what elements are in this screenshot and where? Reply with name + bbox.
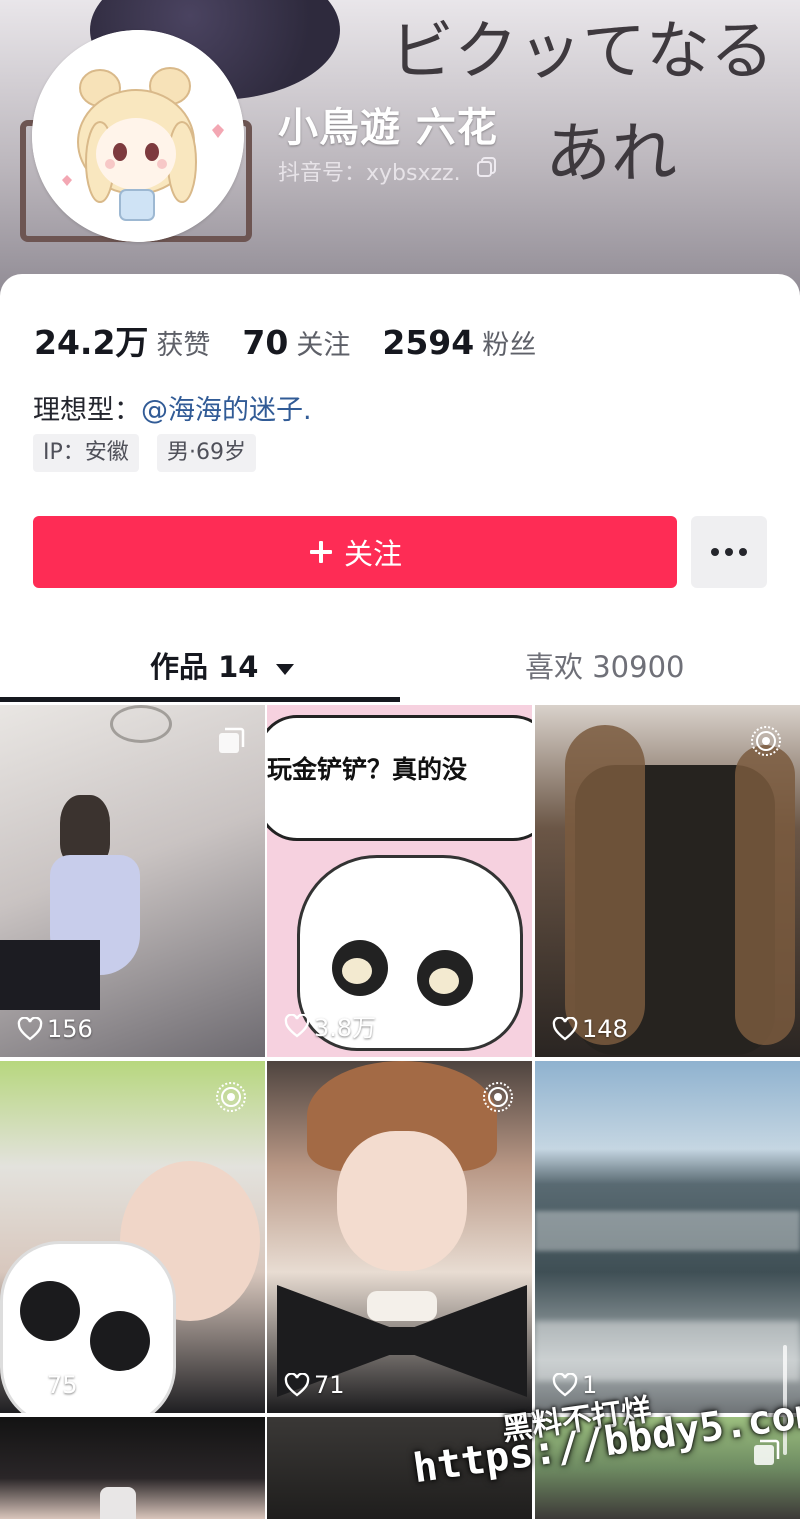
like-count-value: 156 xyxy=(47,1015,93,1043)
like-count-value: 3.8万 xyxy=(314,1014,377,1042)
stat-following-label: 关注 xyxy=(296,330,351,361)
plus-icon xyxy=(309,541,332,563)
bio-prefix: 理想型： xyxy=(33,395,141,426)
stat-followers[interactable]: 2594 粉丝 xyxy=(382,323,536,362)
video-thumbnail-5[interactable]: 71 xyxy=(267,1061,532,1413)
copy-icon[interactable] xyxy=(476,156,498,178)
live-photo-icon xyxy=(216,1082,246,1112)
stat-followers-label: 粉丝 xyxy=(482,330,537,361)
thumbnail-caption: 玩金铲铲？真的没 xyxy=(267,755,468,784)
banner-doodle-text-2: あれ xyxy=(545,115,677,192)
stat-likes-label: 获赞 xyxy=(156,330,211,361)
multi-image-icon xyxy=(219,727,245,753)
video-thumbnail-4[interactable]: 75 xyxy=(0,1061,265,1413)
profile-bio: 理想型：@海海的迷子. xyxy=(33,388,312,427)
live-photo-icon xyxy=(751,726,781,756)
stat-likes-value: 24.2万 xyxy=(34,323,149,362)
heart-icon xyxy=(17,1017,43,1041)
stat-following[interactable]: 70 关注 xyxy=(242,323,350,362)
stat-likes[interactable]: 24.2万 获赞 xyxy=(34,316,210,364)
heart-icon xyxy=(284,1373,310,1397)
follow-button[interactable]: 关注 xyxy=(33,516,677,588)
avatar[interactable] xyxy=(32,30,244,242)
heart-icon xyxy=(552,1017,578,1041)
caret-down-icon[interactable] xyxy=(275,662,295,676)
more-options-button[interactable] xyxy=(691,516,767,588)
avatar-bear-girl-illustration xyxy=(32,30,244,242)
like-count: 156 xyxy=(17,1015,93,1043)
video-thumbnail-1[interactable]: 156 xyxy=(0,705,265,1057)
tab-likes[interactable]: 喜欢 30900 xyxy=(525,644,684,686)
more-icon xyxy=(708,548,750,556)
heart-icon xyxy=(17,1373,43,1397)
like-count-value: 71 xyxy=(314,1371,345,1399)
video-thumbnail-6[interactable]: 1 xyxy=(535,1061,800,1413)
video-thumbnail-3[interactable]: 148 xyxy=(535,705,800,1057)
like-count: 75 xyxy=(17,1371,78,1399)
ip-location-tag: IP：安徽 xyxy=(33,434,139,472)
profile-stats: 24.2万 获赞 70 关注 2594 粉丝 xyxy=(34,316,536,364)
follow-button-label: 关注 xyxy=(343,537,402,571)
banner-doodle-text: ビクッてなる xyxy=(390,15,774,89)
live-photo-icon xyxy=(483,1082,513,1112)
tab-works[interactable]: 作品 14 xyxy=(150,644,295,686)
heart-icon xyxy=(552,1373,578,1397)
like-count-value: 75 xyxy=(47,1371,78,1399)
stat-followers-value: 2594 xyxy=(382,323,475,362)
video-thumbnail-7[interactable] xyxy=(0,1417,265,1519)
douyin-id: 抖音号：xybsxzz. xyxy=(278,161,461,186)
stat-following-value: 70 xyxy=(242,323,289,362)
like-count: 71 xyxy=(284,1371,345,1399)
bio-mention-link[interactable]: @海海的迷子. xyxy=(141,395,312,426)
gender-age-tag: 男·69岁 xyxy=(157,434,256,472)
video-thumbnail-2[interactable]: 玩金铲铲？真的没 3.8万 xyxy=(267,705,532,1057)
profile-nickname: 小鳥遊 六花 xyxy=(278,105,498,151)
like-count: 3.8万 xyxy=(284,1008,376,1043)
like-count: 148 xyxy=(552,1015,628,1043)
heart-icon xyxy=(284,1013,310,1037)
active-tab-indicator xyxy=(0,697,400,702)
like-count-value: 148 xyxy=(582,1015,628,1043)
tab-works-label: 作品 14 xyxy=(150,650,259,684)
